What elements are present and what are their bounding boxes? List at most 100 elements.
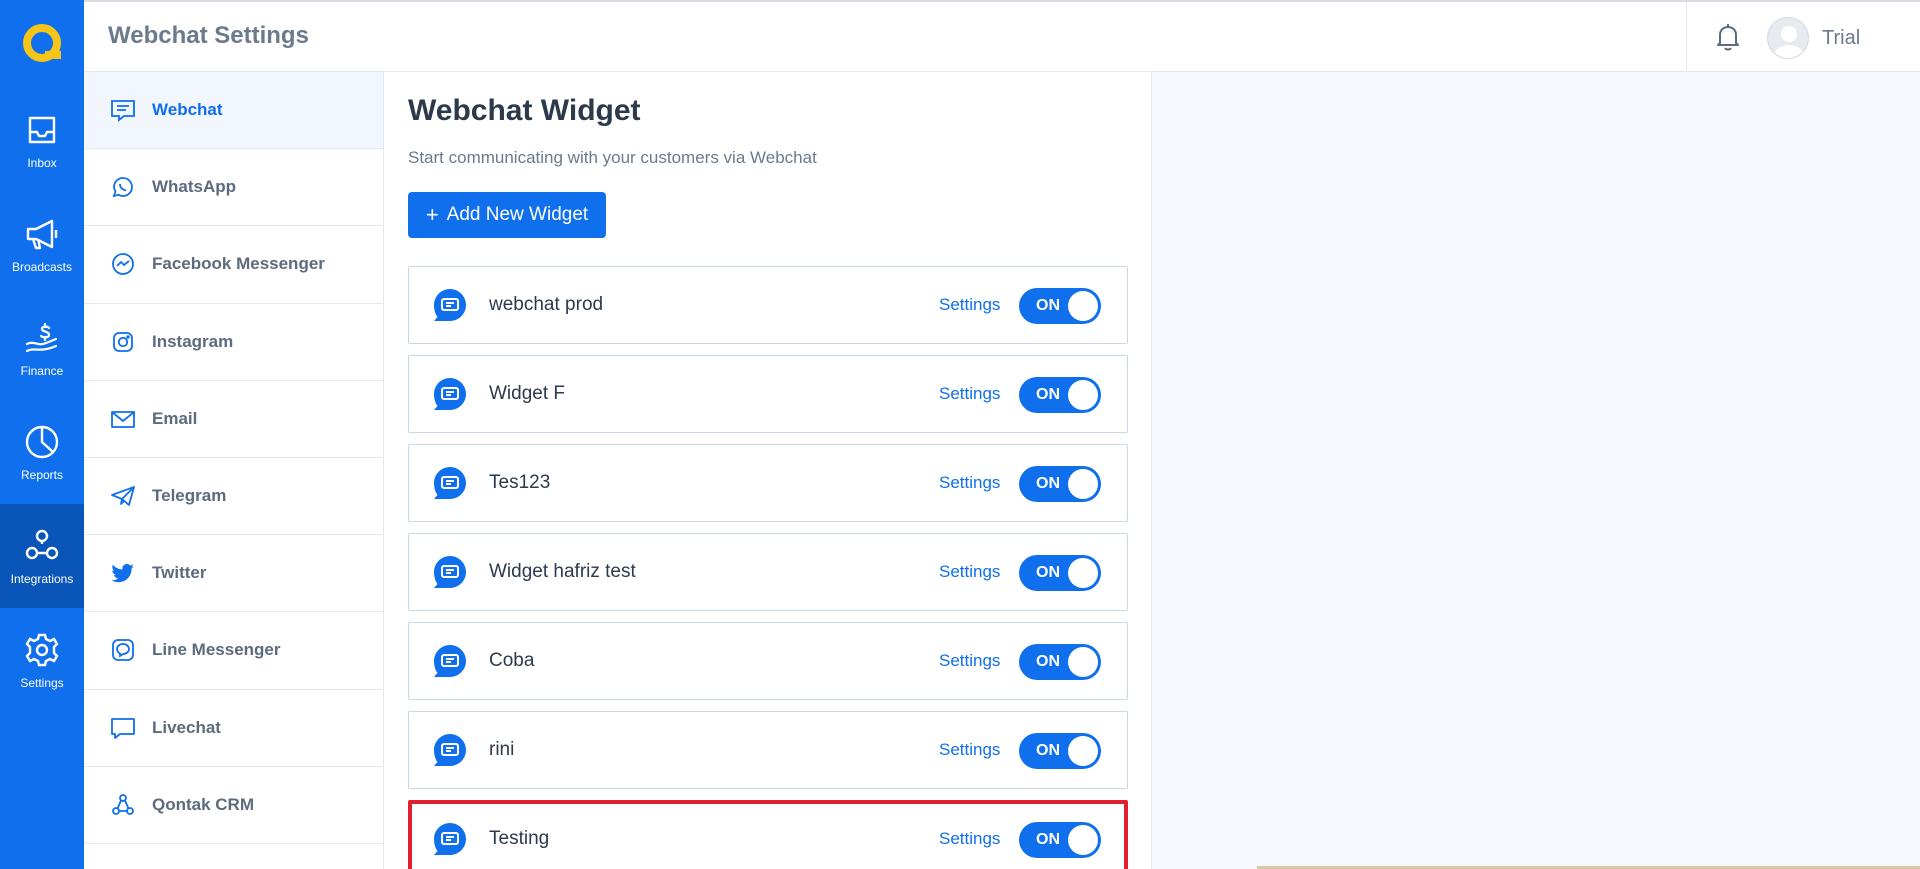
user-name[interactable]: Trial: [1822, 27, 1860, 50]
top-divider: [1686, 2, 1687, 72]
subnav-item-facebook-messenger[interactable]: Facebook Messenger: [84, 226, 383, 304]
inbox-icon: [28, 116, 56, 144]
widget-settings-link[interactable]: Settings: [939, 562, 1000, 582]
widget-name: webchat prod: [489, 294, 604, 315]
subnav-item-telegram[interactable]: Telegram: [84, 458, 383, 536]
plus-icon: +: [425, 202, 439, 227]
chat-bubble-icon: [434, 467, 466, 499]
toggle-label: ON: [1036, 831, 1060, 848]
toggle-label: ON: [1036, 653, 1060, 670]
subnav-label-instagram: Instagram: [152, 331, 234, 351]
add-new-widget-label: Add New Widget: [446, 204, 589, 225]
widget-settings-link[interactable]: Settings: [939, 740, 1000, 760]
subnav-item-instagram[interactable]: Instagram: [84, 304, 383, 381]
avatar[interactable]: [1767, 17, 1809, 59]
toggle-knob: [1068, 558, 1098, 588]
widget-status-toggle[interactable]: ON: [1019, 822, 1101, 858]
widget-name: Tes123: [489, 472, 551, 493]
widget-status-toggle[interactable]: ON: [1019, 377, 1101, 413]
top-bar: Webchat Settings Trial: [84, 0, 1920, 72]
subnav-item-email[interactable]: Email: [84, 381, 383, 458]
widget-name: rini: [489, 739, 515, 760]
main-nav-rail: Inbox Broadcasts Finance Reports Integra…: [0, 0, 84, 869]
widget-status-toggle[interactable]: ON: [1019, 555, 1101, 591]
subnav-label-email: Email: [152, 408, 198, 428]
subnav-item-qontak-crm[interactable]: Qontak CRM: [84, 767, 383, 844]
widget-row-highlighted: Testing Settings ON: [408, 800, 1128, 869]
toggle-label: ON: [1036, 475, 1060, 492]
telegram-icon: [111, 486, 135, 506]
gear-icon: [25, 633, 59, 667]
subnav-item-line-messenger[interactable]: Line Messenger: [84, 612, 383, 690]
whatsapp-icon: [112, 177, 133, 198]
widget-status-toggle[interactable]: ON: [1019, 644, 1101, 680]
section-title: Webchat Widget: [408, 94, 641, 127]
subnav-label-facebook-messenger: Facebook Messenger: [152, 254, 325, 274]
subnav-item-twitter[interactable]: Twitter: [84, 535, 383, 613]
email-icon: [111, 410, 135, 428]
subnav-item-livechat[interactable]: Livechat: [84, 690, 383, 767]
twitter-icon: [111, 564, 134, 583]
rail-label-broadcasts: Broadcasts: [11, 260, 73, 274]
instagram-icon: [113, 331, 133, 352]
rail-item-settings[interactable]: Settings: [0, 608, 84, 712]
toggle-label: ON: [1036, 386, 1060, 403]
rail-label-inbox: Inbox: [27, 156, 57, 170]
widget-settings-link[interactable]: Settings: [939, 473, 1000, 493]
widget-name: Coba: [489, 650, 535, 671]
megaphone-icon: [26, 219, 58, 250]
subnav-item-whatsapp[interactable]: WhatsApp: [84, 149, 383, 227]
widget-settings-link[interactable]: Settings: [939, 384, 1000, 404]
widget-settings-link[interactable]: Settings: [939, 295, 1000, 315]
toggle-knob: [1068, 647, 1098, 677]
rail-item-inbox[interactable]: Inbox: [0, 88, 84, 192]
section-description: Start communicating with your customers …: [408, 148, 817, 167]
finance-icon: [25, 322, 58, 353]
widget-settings-link[interactable]: Settings: [939, 651, 1000, 671]
toggle-knob: [1068, 380, 1098, 410]
chat-bubble-icon: [434, 645, 466, 677]
rail-label-settings: Settings: [20, 676, 64, 690]
rail-item-finance[interactable]: Finance: [0, 296, 84, 400]
widget-row: Widget hafriz test Settings ON: [408, 533, 1128, 611]
rail-item-reports[interactable]: Reports: [0, 400, 84, 504]
toggle-label: ON: [1036, 564, 1060, 581]
widget-status-toggle[interactable]: ON: [1019, 466, 1101, 502]
rail-item-integrations[interactable]: Integrations: [0, 504, 84, 608]
webchat-icon: [111, 100, 135, 122]
widget-name: Widget hafriz test: [489, 561, 636, 582]
rail-label-integrations: Integrations: [10, 572, 74, 586]
subnav-label-line-messenger: Line Messenger: [152, 640, 281, 660]
subnav-label-whatsapp: WhatsApp: [152, 177, 237, 197]
subnav-item-webchat[interactable]: Webchat: [84, 72, 383, 150]
bell-icon[interactable]: [1714, 22, 1742, 52]
widget-settings-link[interactable]: Settings: [939, 829, 1000, 849]
toggle-label: ON: [1036, 742, 1060, 759]
livechat-icon: [111, 717, 135, 739]
widget-row: rini Settings ON: [408, 711, 1128, 789]
qontak-logo-icon: [23, 24, 61, 62]
app-logo[interactable]: [0, 0, 84, 88]
messenger-icon: [112, 253, 134, 276]
chat-bubble-icon: [434, 289, 466, 321]
widget-status-toggle[interactable]: ON: [1019, 288, 1101, 324]
line-icon: [112, 639, 134, 662]
chat-bubble-icon: [434, 556, 466, 588]
widget-name: Widget F: [489, 383, 566, 404]
subnav-label-livechat: Livechat: [152, 717, 221, 737]
rail-item-broadcasts[interactable]: Broadcasts: [0, 192, 84, 296]
toggle-knob: [1068, 825, 1098, 855]
crm-icon: [112, 793, 134, 815]
widget-row: Tes123 Settings ON: [408, 444, 1128, 522]
subnav-label-qontak-crm: Qontak CRM: [152, 794, 254, 814]
widget-name: Testing: [489, 828, 550, 849]
webchat-widget-panel: Webchat Widget Start communicating with …: [384, 72, 1152, 869]
toggle-knob: [1068, 291, 1098, 321]
widget-status-toggle[interactable]: ON: [1019, 733, 1101, 769]
chat-bubble-icon: [434, 378, 466, 410]
chat-bubble-icon: [434, 823, 466, 855]
pie-chart-icon: [25, 425, 59, 459]
widget-list: webchat prod Settings ON Widget F Settin…: [408, 266, 1128, 869]
add-new-widget-button[interactable]: + Add New Widget: [408, 192, 606, 238]
toggle-knob: [1068, 736, 1098, 766]
